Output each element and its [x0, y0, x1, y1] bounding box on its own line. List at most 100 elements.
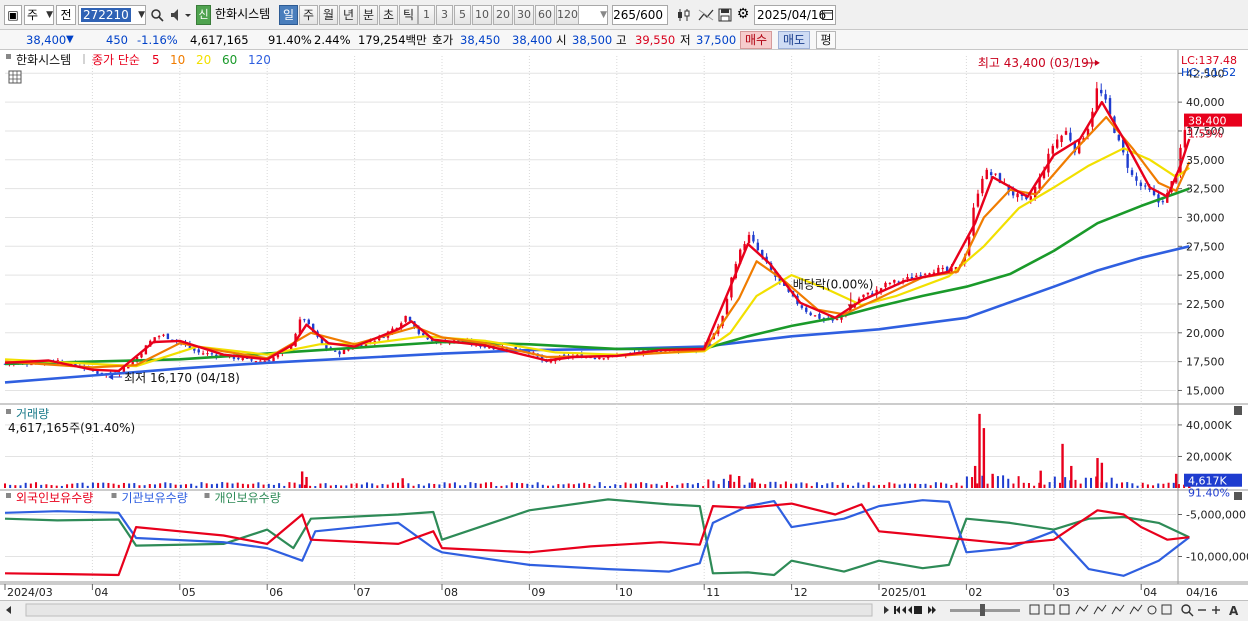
volume-bar	[252, 483, 255, 488]
volume-bar	[29, 483, 32, 488]
data-count-value: 265	[613, 8, 637, 22]
candle-body	[835, 318, 839, 320]
volume-bar	[1126, 482, 1129, 488]
evaluate-button[interactable]: 평	[816, 31, 836, 49]
stock-code-input[interactable]: 272210 ▼	[78, 5, 146, 25]
volume-spike-bar	[729, 474, 732, 488]
chevron-down-icon[interactable]: ▼	[138, 6, 145, 24]
interval-button-3[interactable]: 3	[436, 5, 453, 25]
data-count-field[interactable]: 265/600	[612, 5, 668, 25]
volume-bar	[381, 483, 384, 488]
price-tick-label: 30,000	[1186, 211, 1225, 224]
volume-spike-bar	[1174, 473, 1178, 488]
volume-bar	[484, 482, 487, 488]
volume-bar	[309, 485, 312, 488]
interval-button-20[interactable]: 20	[493, 5, 513, 25]
volume-bar	[1079, 483, 1082, 488]
volume-bar	[40, 484, 43, 488]
volume-bar	[541, 484, 544, 488]
date-field[interactable]: 2025/04/16	[754, 5, 836, 25]
volume-bar	[438, 484, 441, 488]
candle-body	[747, 234, 751, 244]
interval-button-30[interactable]: 30	[514, 5, 534, 25]
volume-spike-bar	[1070, 465, 1073, 488]
candle-body	[422, 333, 425, 336]
buy-button[interactable]: 매수	[740, 31, 772, 49]
candle-body	[166, 333, 170, 340]
type-select[interactable]: 주 ▼	[24, 5, 54, 25]
volume-bar	[629, 483, 632, 488]
current-price: 38,400	[26, 33, 67, 47]
candle-body	[994, 173, 997, 175]
price-tick-label: 20,000	[1186, 327, 1225, 340]
candle-body	[162, 334, 165, 336]
interval-button-60[interactable]: 60	[535, 5, 555, 25]
trend-line-icon[interactable]	[696, 5, 716, 25]
ma-legend-label: 종가 단순	[92, 53, 140, 67]
candle-body	[831, 319, 834, 321]
chart-toolbar: ▣ 주 ▼ 전 272210 ▼ 신 한화시스템 ▼ 265/600 ⚙ 2025/…	[0, 0, 1248, 30]
interval-button-1[interactable]: 1	[418, 5, 435, 25]
holdings-tick-label: -10,000,000	[1186, 550, 1248, 563]
volume-bar	[50, 485, 53, 488]
candle-body	[862, 294, 865, 298]
period-button-5[interactable]: 초	[379, 5, 398, 25]
prev-button[interactable]: 전	[56, 5, 76, 25]
period-button-4[interactable]: 분	[359, 5, 378, 25]
interval-button-10[interactable]: 10	[472, 5, 492, 25]
x-tick-label: 04	[1143, 586, 1157, 599]
gear-icon[interactable]: ⚙	[734, 5, 752, 25]
volume-bar	[1146, 484, 1149, 488]
candle-body	[752, 234, 755, 242]
period-button-3[interactable]: 년	[339, 5, 358, 25]
interval-button-120[interactable]: 120	[556, 5, 579, 25]
candle-body	[157, 336, 161, 338]
candle-body	[267, 360, 271, 362]
x-tick-label: 2024/03	[7, 586, 53, 599]
save-icon[interactable]	[716, 5, 734, 25]
candle-body	[96, 371, 99, 374]
volume-bar	[557, 484, 560, 488]
candle-body	[593, 357, 597, 359]
volume-bar	[950, 484, 953, 488]
volume-bar	[536, 482, 539, 488]
stock-chart[interactable]: 2024/03 04 05 06 07 08 09 10 11 12 2025/01 02 03 04 04…	[0, 50, 1248, 600]
type-select-value: 주	[27, 8, 39, 22]
high-price: 39,550	[635, 33, 676, 47]
volume-bar	[940, 482, 943, 488]
period-button-6[interactable]: 틱	[399, 5, 418, 25]
volume-bar	[86, 485, 89, 488]
quote-bar: 38,400 ▼ 450 -1.16% 4,617,165 91.40% 2.4…	[0, 30, 1248, 50]
low-annotation: 최저 16,170 (04/18)	[124, 371, 240, 385]
volume-spike-bar	[1100, 462, 1104, 488]
period-button-0[interactable]: 일	[279, 5, 298, 25]
volume-bar	[924, 483, 927, 488]
period-button-2[interactable]: 월	[319, 5, 338, 25]
volume-spike-bar	[751, 478, 754, 488]
search-icon[interactable]	[148, 5, 166, 25]
price-tick-label: 17,500	[1186, 356, 1225, 369]
window-menu-icon[interactable]: ▣	[4, 5, 22, 25]
volume-bar	[334, 484, 337, 488]
candle-body	[800, 305, 804, 308]
open-price: 38,500	[572, 33, 613, 47]
volume-bar	[1053, 476, 1056, 488]
stock-code-value: 272210	[81, 8, 131, 22]
volume-tick-label: 20,000K	[1186, 450, 1232, 463]
holdings-legend-0: 외국인보유수량	[16, 491, 93, 505]
period-button-1[interactable]: 주	[299, 5, 318, 25]
sell-button[interactable]: 매도	[778, 31, 810, 49]
volume-bar	[945, 483, 948, 488]
volume-bar	[790, 483, 793, 488]
candle-style-icon[interactable]	[674, 5, 694, 25]
volume-bar	[815, 482, 818, 488]
speaker-icon[interactable]	[168, 5, 194, 25]
volume-bar	[562, 484, 565, 488]
volume-bar	[314, 486, 317, 488]
volume-bar	[236, 482, 239, 488]
volume-bar	[960, 485, 963, 488]
volume-bar	[195, 485, 198, 488]
volume-bar	[748, 482, 751, 488]
volume-bar	[826, 483, 829, 488]
interval-button-5[interactable]: 5	[454, 5, 471, 25]
